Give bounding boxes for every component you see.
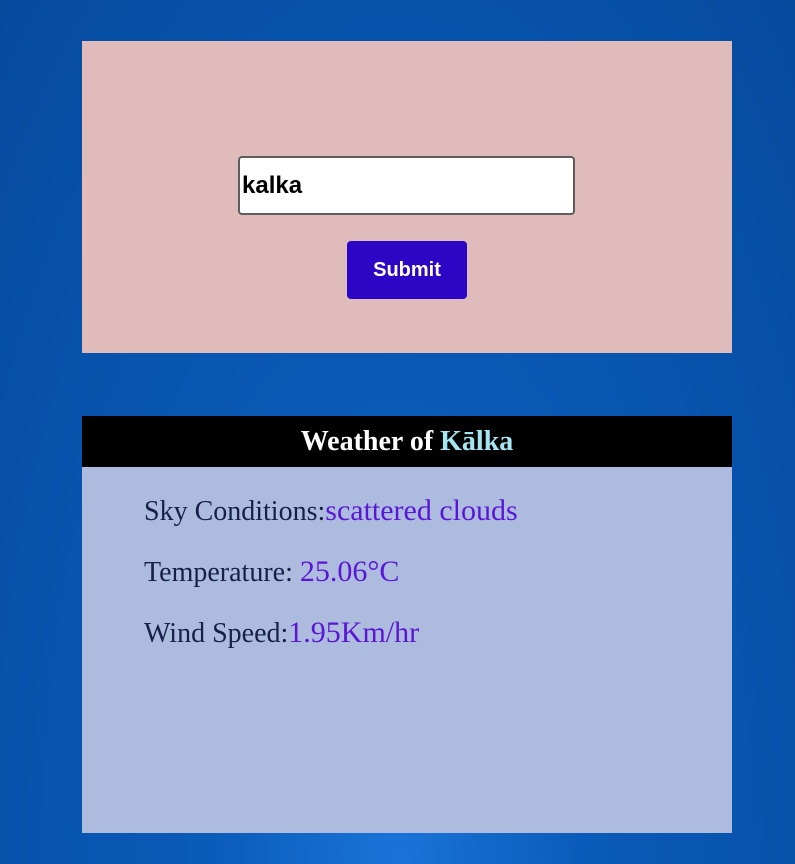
- search-card: Submit: [82, 41, 732, 353]
- wind-speed-label: Wind Speed:: [144, 618, 289, 649]
- temperature-label: Temperature:: [144, 557, 300, 588]
- city-name: Kālka: [440, 426, 514, 457]
- weather-header: Weather of Kālka: [82, 416, 732, 467]
- weather-card: Weather of Kālka Sky Conditions:scattere…: [82, 416, 732, 833]
- temperature-row: Temperature: 25.06°C: [144, 555, 399, 589]
- weather-header-label: Weather of: [300, 426, 441, 457]
- sky-conditions-label: Sky Conditions:: [144, 496, 326, 527]
- wind-speed-row: Wind Speed:1.95Km/hr: [144, 616, 419, 650]
- wind-speed-value: 1.95Km/hr: [288, 616, 420, 649]
- city-search-input[interactable]: [238, 156, 575, 215]
- sky-conditions-value: scattered clouds: [325, 494, 518, 527]
- temperature-value: 25.06°C: [299, 555, 400, 588]
- submit-button[interactable]: Submit: [347, 241, 467, 299]
- sky-conditions-row: Sky Conditions:scattered clouds: [144, 494, 518, 528]
